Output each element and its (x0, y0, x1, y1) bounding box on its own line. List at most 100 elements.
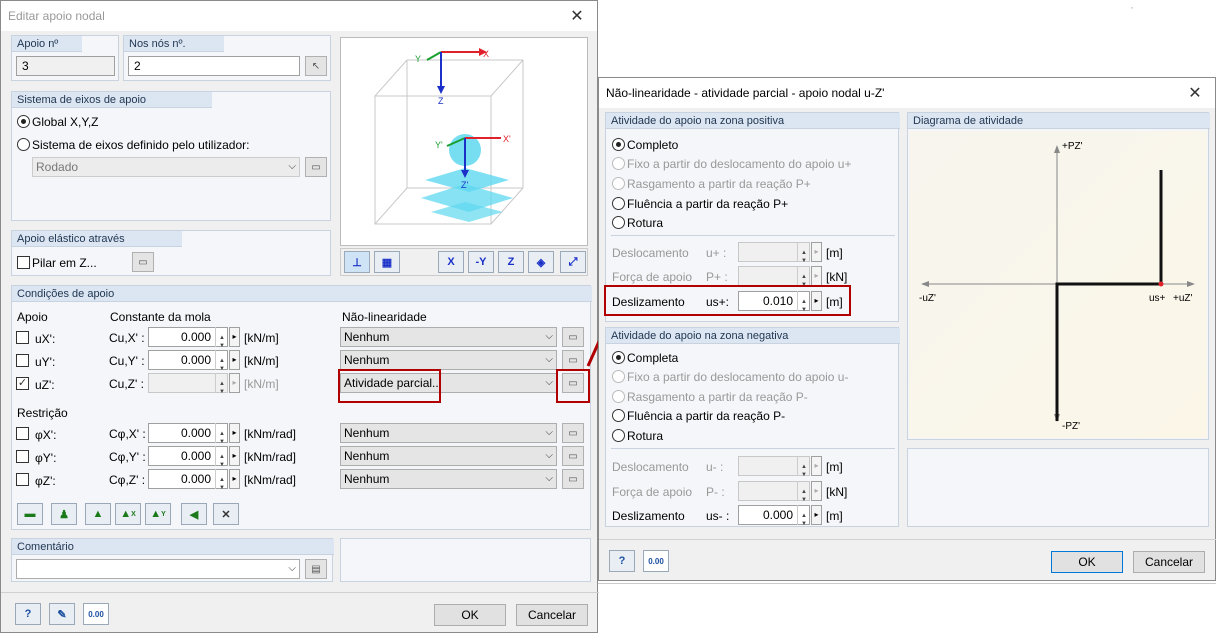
pos-displacement-label: Deslocamento (612, 246, 689, 260)
neg-tearing-radio[interactable] (612, 390, 625, 403)
dialog2-cancel-button[interactable]: Cancelar (1133, 551, 1205, 573)
cphiy-value: 0.000 (180, 449, 211, 463)
cuz-field[interactable] (148, 373, 228, 401)
dialog2-ok-button[interactable]: OK (1051, 551, 1123, 573)
support-type-pinned-button[interactable]: ▲ (85, 503, 111, 525)
preview-svg: X Y Z X' Y' Z' (374, 48, 524, 225)
cuz-unit: [kN/m] (244, 377, 279, 391)
axis-system-header: Sistema de eixos de apoio (12, 92, 212, 108)
pos-tearing-label: Rasgamento a partir da reação P+ (627, 177, 811, 191)
cphiy-arrow-button[interactable]: ▸ (229, 446, 240, 466)
pos-force-arrow[interactable]: ▸ (811, 266, 822, 286)
edit-pillar-icon[interactable]: ▭ (132, 252, 154, 272)
ux-nonlinearity-select[interactable]: Nenhum ⌵ (340, 327, 557, 347)
neg-yielding-radio[interactable] (612, 409, 625, 422)
activity-diagram-canvas: +PZ' -PZ' -uZ' +uZ' us+ (909, 131, 1207, 438)
neg-slip-field[interactable]: 0.000 (738, 505, 810, 533)
pos-yielding-label: Fluência a partir da reação P+ (627, 197, 789, 211)
ok-button[interactable]: OK (434, 604, 506, 626)
units-decimals-icon[interactable]: 0.00 (643, 550, 669, 572)
view-reset-button[interactable]: ⤢ (560, 251, 586, 273)
cphix-arrow-button[interactable]: ▸ (229, 423, 240, 443)
pos-yielding-radio[interactable] (612, 197, 625, 210)
neg-displacement-field[interactable] (738, 456, 810, 484)
phiy-nonlinearity-edit-icon[interactable]: ▭ (562, 446, 584, 466)
help-icon[interactable]: ? (609, 550, 635, 572)
elastic-support-group: Apoio elástico através Pilar em Z... ▭ (11, 230, 331, 276)
cphiy-field[interactable]: 0.000 (148, 446, 228, 474)
comment-library-icon[interactable]: ▤ (305, 559, 327, 579)
pos-force-label: Força de apoio (612, 270, 693, 284)
cuz-arrow-button[interactable]: ▸ (229, 373, 240, 393)
cux-field[interactable]: 0.000 (148, 327, 228, 355)
cux-arrow-button[interactable]: ▸ (229, 327, 240, 347)
cancel-button[interactable]: Cancelar (516, 604, 588, 626)
preview-axes-button[interactable]: ⊥ (344, 251, 370, 273)
pos-fixed-radio[interactable] (612, 157, 625, 170)
phiz-nonlinearity-select[interactable]: Nenhum ⌵ (340, 469, 557, 489)
highlight-partial-activity (338, 369, 441, 403)
nodes-number-field[interactable]: 2 (128, 56, 300, 76)
neg-slip-arrow[interactable]: ▸ (811, 505, 822, 525)
neg-displacement-arrow[interactable]: ▸ (811, 456, 822, 476)
pos-displacement-field[interactable] (738, 242, 810, 270)
positive-zone-header: Atividade do apoio na zona positiva (606, 113, 900, 129)
comment-input[interactable]: ⌵ (16, 559, 300, 579)
support-type-free-button[interactable]: ✕ (213, 503, 239, 525)
cphiz-arrow-button[interactable]: ▸ (229, 469, 240, 489)
edit-axis-system-icon[interactable]: ▭ (305, 157, 327, 177)
view-neg-y-button[interactable]: -Y (468, 251, 494, 273)
phiz-checkbox[interactable] (16, 473, 29, 486)
support-type-roller-y-button[interactable]: ▲ Y (145, 503, 171, 525)
pick-node-cursor-icon[interactable]: ↖ (305, 56, 327, 76)
phix-nonlinearity-select[interactable]: Nenhum ⌵ (340, 423, 557, 443)
phiz-nonlinearity-edit-icon[interactable]: ▭ (562, 469, 584, 489)
phiy-checkbox[interactable] (16, 450, 29, 463)
close-icon[interactable]: ✕ (557, 1, 597, 31)
support-type-fixed-button[interactable]: ♟ (51, 503, 77, 525)
pos-failure-radio[interactable] (612, 216, 625, 229)
cuy-field[interactable]: 0.000 (148, 350, 228, 378)
support-type-roller-x-button[interactable]: ▲ X (115, 503, 141, 525)
support-type-hinged-button[interactable]: ▬ (17, 503, 43, 525)
neg-fixed-radio[interactable] (612, 370, 625, 383)
phix-checkbox[interactable] (16, 427, 29, 440)
uy-nonlinearity-value: Nenhum (344, 353, 390, 367)
phix-nonlinearity-edit-icon[interactable]: ▭ (562, 423, 584, 443)
nodes-number-label: Nos nós nº. (124, 36, 224, 52)
view-z-button[interactable]: Z (498, 251, 524, 273)
cuy-arrow-button[interactable]: ▸ (229, 350, 240, 370)
support-number-field[interactable]: 3 (16, 56, 115, 76)
cphiz-field[interactable]: 0.000 (148, 469, 228, 497)
view-x-button[interactable]: X (438, 251, 464, 273)
neg-force-arrow[interactable]: ▸ (811, 481, 822, 501)
uy-checkbox[interactable] (16, 354, 29, 367)
view-iso-button[interactable]: ◈ (528, 251, 554, 273)
activity-diagram-group: Diagrama de atividade +PZ' -PZ' -uZ' +uZ… (907, 112, 1210, 440)
ux-checkbox[interactable] (16, 331, 29, 344)
help-icon[interactable]: ? (15, 603, 41, 625)
support-type-wall-button[interactable]: ◀ (181, 503, 207, 525)
uy-nonlinearity-select[interactable]: Nenhum ⌵ (340, 350, 557, 370)
support-number-label: Apoio nº (12, 36, 82, 52)
neg-failure-radio[interactable] (612, 429, 625, 442)
global-xyz-radio[interactable] (17, 115, 30, 128)
pos-tearing-radio[interactable] (612, 177, 625, 190)
pos-force-field[interactable] (738, 266, 810, 294)
pos-complete-radio[interactable] (612, 138, 625, 151)
edit-notes-icon[interactable]: ✎ (49, 603, 75, 625)
preview-render-button[interactable]: ▦ (374, 251, 400, 273)
pos-displacement-arrow[interactable]: ▸ (811, 242, 822, 262)
user-axis-system-radio[interactable] (17, 138, 30, 151)
cphiz-value: 0.000 (180, 472, 211, 486)
cphix-field[interactable]: 0.000 (148, 423, 228, 451)
axis-system-combo[interactable]: Rodado ⌵ (32, 157, 300, 177)
phiy-nonlinearity-select[interactable]: Nenhum ⌵ (340, 446, 557, 466)
neg-complete-radio[interactable] (612, 351, 625, 364)
uz-checkbox[interactable]: ✓ (16, 377, 29, 390)
highlight-slip-row (604, 285, 851, 316)
close-icon[interactable]: ✕ (1175, 78, 1215, 108)
units-decimals-icon[interactable]: 0.00 (83, 603, 109, 625)
neg-force-field[interactable] (738, 481, 810, 509)
pillar-in-z-checkbox[interactable] (17, 256, 30, 269)
